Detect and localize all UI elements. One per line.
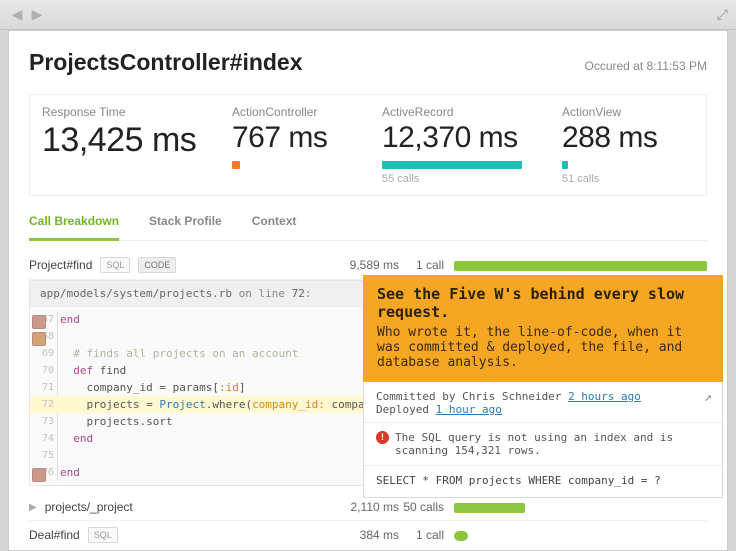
sql-pill[interactable]: SQL: [100, 257, 130, 273]
trace-calls: 1 call: [399, 258, 454, 272]
metric-bar: [382, 161, 522, 169]
window-titlebar: ◀ ▶ ⤢: [0, 0, 736, 30]
code-lines: 67end 68 69 # finds all projects on an a…: [30, 307, 706, 485]
code-pill[interactable]: CODE: [138, 257, 176, 273]
author-avatar[interactable]: [32, 315, 46, 329]
deployed-link[interactable]: 1 hour ago: [436, 403, 502, 416]
trace-row[interactable]: Deal#find SQL 384 ms 1 call: [29, 521, 707, 549]
tab-stack-profile[interactable]: Stack Profile: [149, 208, 222, 240]
trace-name: projects/_project: [45, 500, 133, 514]
nav-forward-button[interactable]: ▶: [28, 6, 46, 24]
committed-line: Committed by Chris Schneider 2 hours ago: [376, 390, 710, 403]
trace-bar: [454, 261, 707, 271]
trace-name: Project#find: [29, 258, 92, 272]
occurred-at: Occured at 8:11:53 PM: [584, 59, 707, 73]
expand-icon[interactable]: ⤢: [717, 6, 728, 23]
metric-value: 288 ms: [562, 121, 702, 155]
popover-sub: Who wrote it, the line-of-code, when it …: [377, 325, 709, 370]
committed-link[interactable]: 2 hours ago: [568, 390, 641, 403]
trace-time: 9,589 ms: [329, 258, 399, 272]
trace-time: 384 ms: [329, 528, 399, 542]
trace-time: 2,110 ms: [329, 500, 399, 514]
metric-label: ActionController: [232, 105, 354, 119]
trace-calls: 50 calls: [399, 500, 454, 514]
popover-headline: See the Five W's behind every slow reque…: [377, 285, 709, 321]
metric-response-time: Response Time 13,425 ms: [42, 105, 232, 185]
metric-value: 767 ms: [232, 121, 354, 155]
metric-bar: [232, 161, 240, 169]
tabs: Call Breakdown Stack Profile Context: [29, 208, 707, 241]
metric-label: ActiveRecord: [382, 105, 534, 119]
trace-bar: [454, 531, 468, 541]
expand-triangle-icon[interactable]: ▶: [29, 502, 37, 513]
author-avatar[interactable]: [32, 468, 46, 482]
metric-value: 13,425 ms: [42, 121, 204, 160]
metric-action-view: ActionView 288 ms 51 calls: [562, 105, 728, 185]
trace-row[interactable]: ▶ projects/_project 2,110 ms 50 calls: [29, 494, 707, 521]
warning-text: The SQL query is not using an index and …: [395, 431, 710, 457]
metric-active-record: ActiveRecord 12,370 ms 55 calls: [382, 105, 562, 185]
tab-call-breakdown[interactable]: Call Breakdown: [29, 208, 119, 241]
author-avatar[interactable]: [32, 332, 46, 346]
warning-icon: !: [376, 431, 389, 444]
deployed-line: Deployed 1 hour ago: [376, 403, 710, 416]
metric-bar: [562, 161, 568, 169]
metric-action-controller: ActionController 767 ms: [232, 105, 382, 185]
trace-calls: 1 call: [399, 528, 454, 542]
trace-bar: [454, 503, 525, 513]
metric-calls: 55 calls: [382, 173, 534, 185]
tab-context[interactable]: Context: [252, 208, 297, 240]
metric-label: Response Time: [42, 105, 204, 119]
sql-text: SELECT * FROM projects WHERE company_id …: [364, 466, 722, 497]
metrics-panel: Response Time 13,425 ms ActionController…: [29, 94, 707, 196]
metric-calls: 51 calls: [562, 173, 702, 185]
nav-back-button[interactable]: ◀: [8, 6, 26, 24]
page-title: ProjectsController#index: [29, 49, 303, 76]
page-content: ProjectsController#index Occured at 8:11…: [8, 30, 728, 551]
insight-popover: See the Five W's behind every slow reque…: [363, 275, 723, 498]
metric-label: ActionView: [562, 105, 702, 119]
code-panel: app/models/system/projects.rb on line 72…: [29, 280, 707, 486]
metric-value: 12,370 ms: [382, 121, 534, 155]
trace-name: Deal#find: [29, 528, 80, 542]
sql-pill[interactable]: SQL: [88, 527, 118, 543]
external-link-icon[interactable]: ↗: [704, 390, 712, 405]
